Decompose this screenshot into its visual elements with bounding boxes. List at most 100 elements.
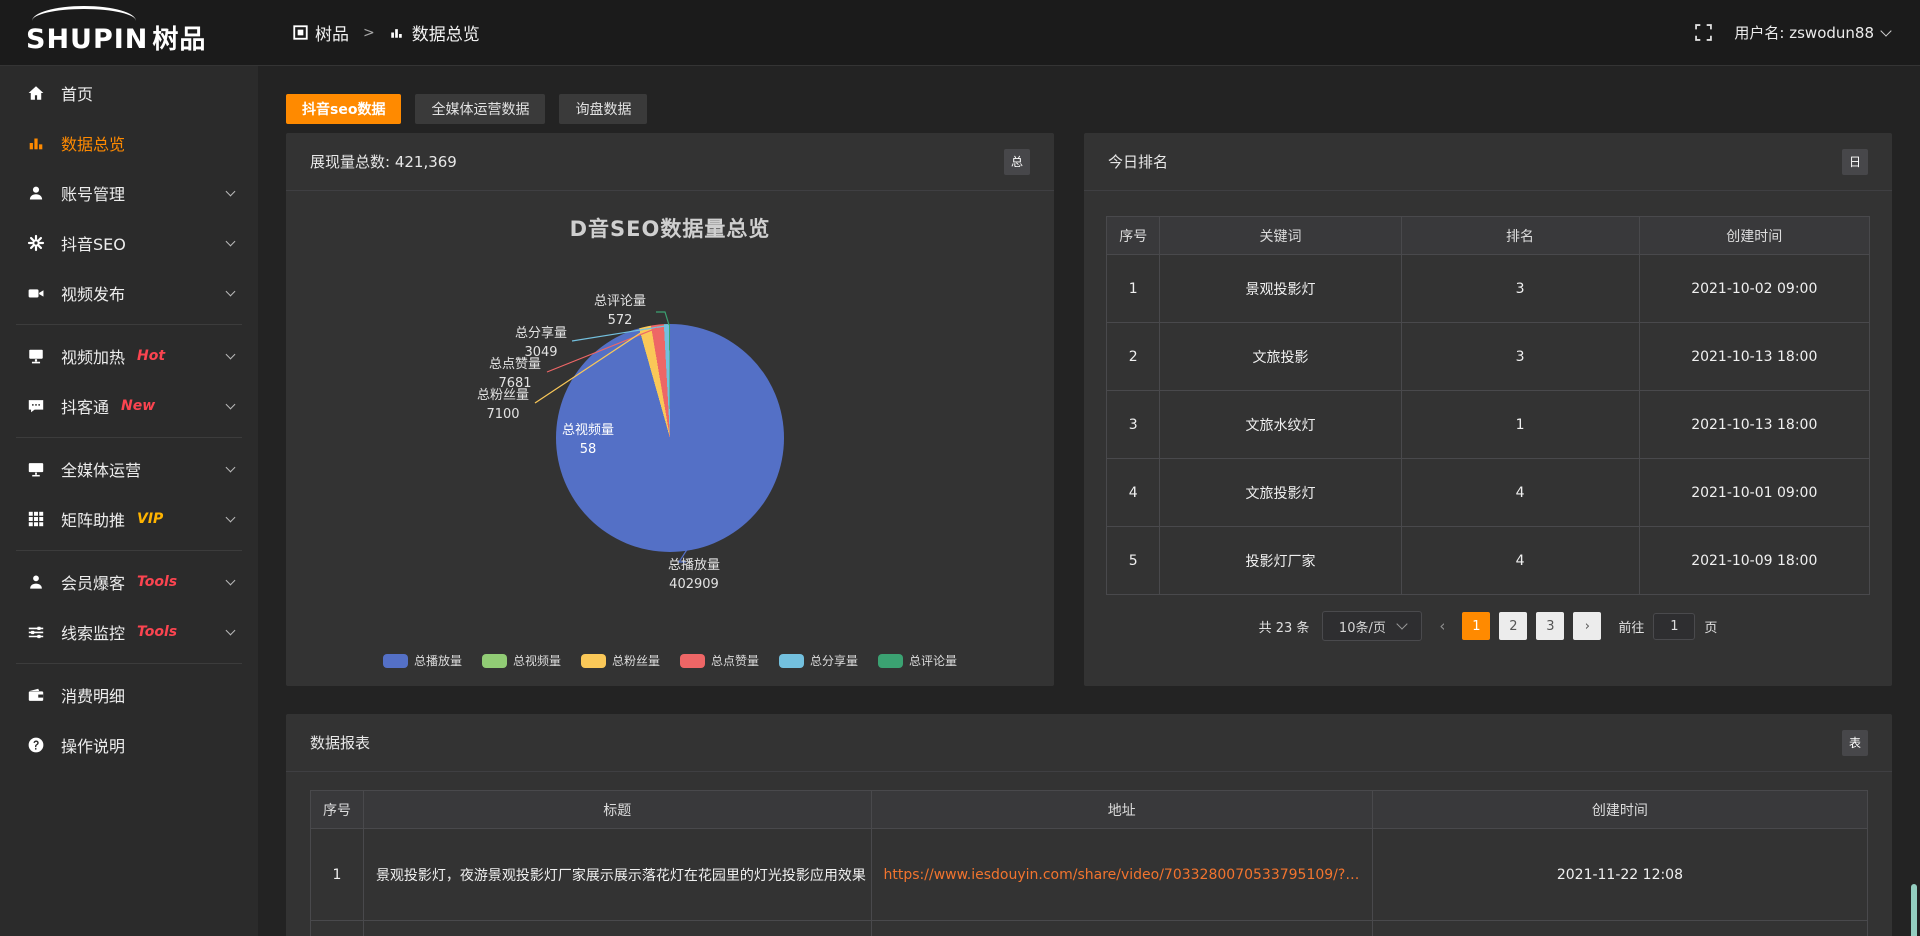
- sidebar-item-video-heat[interactable]: 视频加热 Hot: [0, 331, 258, 381]
- legend-item-videos[interactable]: 总视频量: [482, 652, 561, 669]
- sidebar-item-video-publish[interactable]: 视频发布: [0, 268, 258, 318]
- page-size-select[interactable]: 10条/页: [1322, 611, 1422, 641]
- sidebar-item-matrix-boost[interactable]: 矩阵助推 VIP: [0, 494, 258, 544]
- chevron-down-icon: [226, 626, 236, 636]
- col-title: 标题: [363, 791, 871, 829]
- legend-item-comments[interactable]: 总评论量: [878, 652, 957, 669]
- legend-item-likes[interactable]: 总点赞量: [680, 652, 759, 669]
- chevron-down-icon: [226, 237, 236, 247]
- data-tabs: 抖音seo数据 全媒体运营数据 询盘数据: [286, 94, 1892, 124]
- wallet-icon: [26, 685, 46, 705]
- sidebar-item-lead-monitor[interactable]: 线索监控 Tools: [0, 607, 258, 657]
- table-row: 2文旅投影32021-10-13 18:00: [1107, 323, 1870, 391]
- sidebar: 首页 数据总览 账号管理 抖音SEO 视频发布: [0, 66, 258, 936]
- total-count-label: 共 23 条: [1259, 617, 1310, 636]
- user-menu[interactable]: 用户名: zswodun88: [1734, 22, 1890, 43]
- pie-label-plays: 总播放量 402909: [668, 557, 720, 595]
- sidebar-divider: [16, 437, 242, 438]
- pie-label-videos: 总视频量 58: [562, 422, 614, 460]
- chart-title: D音SEO数据量总览: [286, 213, 1054, 243]
- report-url-link[interactable]: https://www.iesdouyin.com/share/video/70…: [871, 829, 1372, 921]
- legend-item-plays[interactable]: 总播放量: [383, 652, 462, 669]
- sidebar-item-home[interactable]: 首页: [0, 68, 258, 118]
- day-toggle-button[interactable]: 日: [1842, 149, 1868, 175]
- report-table: 序号 标题 地址 创建时间 1 景观投影灯，夜游景观投影灯厂家展示展示落花灯在花…: [310, 790, 1868, 936]
- page-button-3[interactable]: 3: [1536, 612, 1564, 640]
- tab-media-operation-data[interactable]: 全媒体运营数据: [415, 94, 545, 124]
- table-row: 5投影灯厂家42021-10-09 18:00: [1107, 527, 1870, 595]
- sidebar-divider: [16, 324, 242, 325]
- app: SHUPIN树品 树品 > 数据总览 用户名: zswodun88: [0, 0, 1920, 936]
- col-index: 序号: [311, 791, 364, 829]
- page-button-2[interactable]: 2: [1499, 612, 1527, 640]
- legend-item-fans[interactable]: 总粉丝量: [581, 652, 660, 669]
- grid-icon: [26, 509, 46, 529]
- sidebar-item-media-operation[interactable]: 全媒体运营: [0, 444, 258, 494]
- legend-chip: [482, 654, 507, 668]
- chart-legend: 总播放量 总视频量 总粉丝量 总点赞量 总分享量 总评论量: [286, 652, 1054, 669]
- chevron-down-icon: [226, 350, 236, 360]
- breadcrumb-root[interactable]: 树品: [292, 20, 349, 45]
- pie-chart: D音SEO数据量总览 总评论量 572 总分享量: [286, 191, 1054, 685]
- tab-inquiry-data[interactable]: 询盘数据: [559, 94, 647, 124]
- ranking-table: 序号 关键词 排名 创建时间 1景观投影灯32021-10-02 09:00: [1106, 216, 1870, 595]
- legend-chip: [779, 654, 804, 668]
- sidebar-item-doukertong[interactable]: 抖客通 New: [0, 381, 258, 431]
- username-label: 用户名: zswodun88: [1734, 22, 1874, 43]
- sidebar-item-data-overview[interactable]: 数据总览: [0, 118, 258, 168]
- data-overview-icon: [26, 133, 46, 153]
- report-title: 数据报表: [310, 732, 370, 753]
- next-page-button[interactable]: ›: [1573, 612, 1601, 640]
- sidebar-divider: [16, 663, 242, 664]
- seo-chart-panel: 展现量总数: 421,369 总 D音SEO数据量总览 总评论量: [286, 133, 1054, 686]
- goto-page-input[interactable]: [1653, 613, 1695, 640]
- today-ranking-panel: 今日排名 日 序号 关键词 排名 创建时间: [1084, 133, 1892, 686]
- breadcrumb: 树品 > 数据总览: [292, 20, 480, 45]
- member-icon: [26, 572, 46, 592]
- pie-label-fans: 总粉丝量 7100: [477, 387, 529, 425]
- total-toggle-button[interactable]: 总: [1004, 149, 1030, 175]
- sidebar-item-expense-detail[interactable]: 消费明细: [0, 670, 258, 720]
- ranking-title: 今日排名: [1108, 151, 1168, 172]
- table-row: [311, 921, 1868, 936]
- col-index: 序号: [1107, 217, 1160, 255]
- chevron-down-icon: [226, 287, 236, 297]
- table-toggle-button[interactable]: 表: [1842, 730, 1868, 756]
- prev-page-button[interactable]: ‹: [1431, 617, 1453, 635]
- sidebar-item-instructions[interactable]: 操作说明: [0, 720, 258, 770]
- col-keyword: 关键词: [1160, 217, 1401, 255]
- table-row: 3文旅水纹灯12021-10-13 18:00: [1107, 391, 1870, 459]
- col-created-at: 创建时间: [1372, 791, 1867, 829]
- table-row: 4文旅投影灯42021-10-01 09:00: [1107, 459, 1870, 527]
- scrollbar-thumb[interactable]: [1911, 884, 1917, 936]
- report-title-cell: 景观投影灯，夜游景观投影灯厂家展示展示落花灯在花园里的灯光投影应用效果 #: [363, 829, 871, 921]
- sidebar-divider: [16, 550, 242, 551]
- header-actions: 用户名: zswodun88: [1695, 22, 1920, 43]
- table-row: 1景观投影灯32021-10-02 09:00: [1107, 255, 1870, 323]
- sidebar-item-member-burst[interactable]: 会员爆客 Tools: [0, 557, 258, 607]
- logo: SHUPIN树品: [0, 0, 258, 65]
- legend-chip: [680, 654, 705, 668]
- breadcrumb-current[interactable]: 数据总览: [389, 20, 480, 45]
- legend-chip: [581, 654, 606, 668]
- table-header-row: 序号 关键词 排名 创建时间: [1107, 217, 1870, 255]
- legend-item-shares[interactable]: 总分享量: [779, 652, 858, 669]
- home-icon: [26, 83, 46, 103]
- new-badge: New: [121, 398, 155, 414]
- screen-heat-icon: [26, 346, 46, 366]
- pie-label-comments: 总评论量 572: [594, 293, 646, 331]
- col-rank: 排名: [1401, 217, 1639, 255]
- hot-badge: Hot: [137, 348, 165, 364]
- sidebar-item-douyin-seo[interactable]: 抖音SEO: [0, 218, 258, 268]
- tools-badge: Tools: [137, 574, 177, 590]
- sidebar-item-account[interactable]: 账号管理: [0, 168, 258, 218]
- video-publish-icon: [26, 283, 46, 303]
- table-row: 1 景观投影灯，夜游景观投影灯厂家展示展示落花灯在花园里的灯光投影应用效果 # …: [311, 829, 1868, 921]
- chevron-down-icon: [226, 400, 236, 410]
- fullscreen-icon[interactable]: [1695, 24, 1712, 41]
- page-button-1[interactable]: 1: [1462, 612, 1490, 640]
- bar-chart-icon: [389, 25, 405, 41]
- report-panel-header: 数据报表 表: [286, 714, 1892, 772]
- tab-douyin-seo-data[interactable]: 抖音seo数据: [286, 94, 401, 124]
- breadcrumb-current-label: 数据总览: [412, 20, 480, 45]
